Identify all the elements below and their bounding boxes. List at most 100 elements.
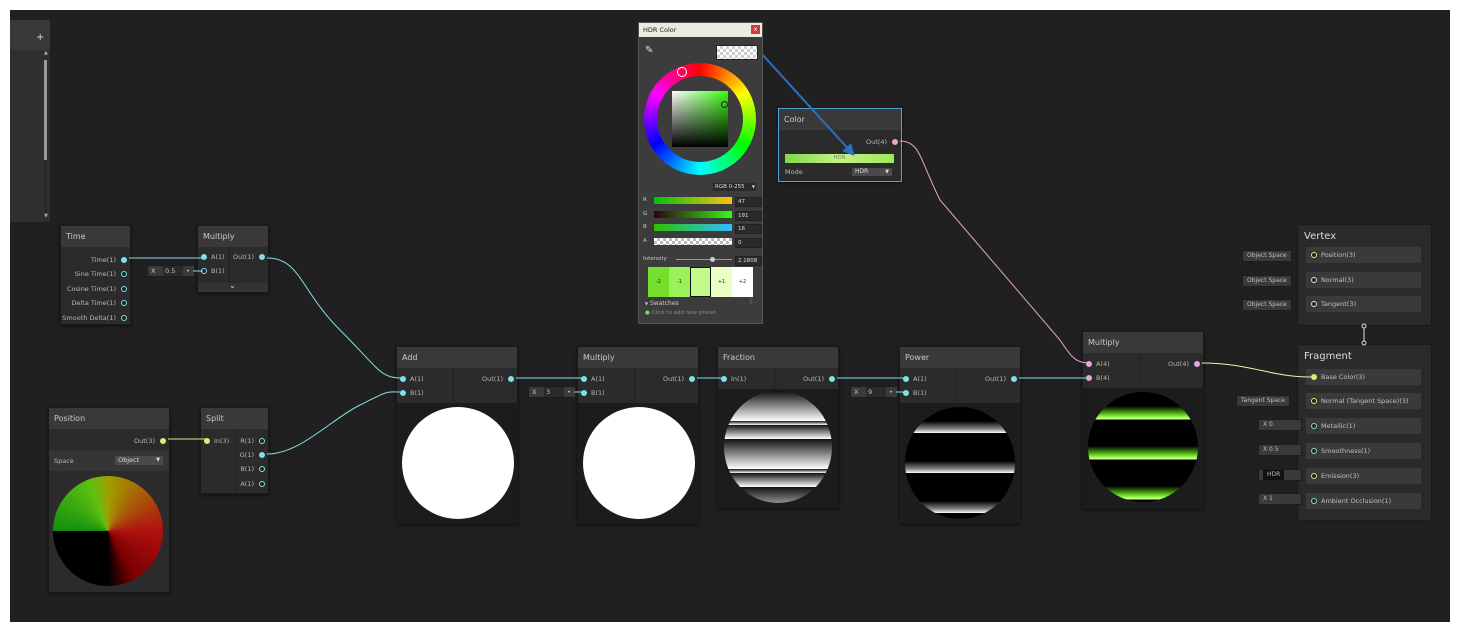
- g-slider[interactable]: [654, 211, 732, 218]
- output-port[interactable]: [121, 271, 127, 277]
- intensity-handle[interactable]: [710, 257, 715, 262]
- input-port[interactable]: [204, 438, 210, 444]
- hue-handle[interactable]: [677, 67, 687, 77]
- b-slider[interactable]: [654, 224, 732, 231]
- output-port[interactable]: [259, 481, 265, 487]
- space-dropdown[interactable]: Object ▼: [115, 456, 163, 465]
- fraction-node[interactable]: Fraction In(1) Out(1): [717, 346, 839, 508]
- stop-swatch[interactable]: +2: [732, 267, 753, 297]
- input-port[interactable]: [201, 254, 207, 260]
- output-port[interactable]: [829, 376, 835, 382]
- fragment-input-row[interactable]: Normal (Tangent Space)(3): [1306, 393, 1421, 409]
- intensity-slider[interactable]: [676, 257, 732, 262]
- vertex-input-row[interactable]: Position(3): [1306, 247, 1421, 263]
- r-slider[interactable]: [654, 197, 732, 204]
- output-port[interactable]: [121, 315, 127, 321]
- input-port[interactable]: [400, 376, 406, 382]
- stop-swatch-current[interactable]: [690, 267, 711, 297]
- input-port[interactable]: [903, 390, 909, 396]
- output-port[interactable]: [121, 300, 127, 306]
- stop-swatch[interactable]: +1: [711, 267, 732, 297]
- output-port[interactable]: [121, 286, 127, 292]
- input-port[interactable]: [201, 268, 207, 274]
- space-tag[interactable]: Tangent Space: [1236, 395, 1290, 407]
- value-tag[interactable]: X 0.5: [1258, 444, 1302, 456]
- scrollbar-thumb[interactable]: [44, 60, 47, 160]
- output-port[interactable]: [689, 376, 695, 382]
- color-node[interactable]: Color Out(4) HDR Mode HDR ▼: [778, 108, 902, 182]
- input-port[interactable]: [1311, 498, 1317, 504]
- fragment-input-row[interactable]: Ambient Occlusion(1): [1306, 493, 1421, 509]
- b-input-field[interactable]: X 0.5 •: [147, 265, 195, 277]
- input-port[interactable]: [1086, 361, 1092, 367]
- hdr-color-picker[interactable]: HDR Color x ✎ RGB 0-255 ▼ R 47 G 191 B 1…: [638, 22, 763, 324]
- input-port[interactable]: [581, 390, 587, 396]
- input-port[interactable]: [1311, 448, 1317, 454]
- input-port[interactable]: [721, 376, 727, 382]
- output-port[interactable]: [121, 257, 127, 263]
- value-field[interactable]: 0.5: [163, 266, 183, 276]
- intensity-value-field[interactable]: 2.1808: [735, 256, 762, 266]
- hue-wheel[interactable]: [644, 63, 756, 175]
- vertex-block[interactable]: Vertex Position(3) Normal(3) Tangent(3): [1297, 224, 1432, 326]
- input-port[interactable]: [1311, 277, 1317, 283]
- add-property-button[interactable]: +: [36, 32, 44, 43]
- saturation-value-square[interactable]: [672, 91, 728, 147]
- value-tag[interactable]: X 1: [1258, 493, 1302, 505]
- input-port[interactable]: [400, 390, 406, 396]
- emission-color-tag[interactable]: HDR: [1258, 469, 1302, 481]
- output-port[interactable]: [259, 254, 265, 260]
- time-node[interactable]: Time Time(1) Sine Time(1) Cosine Time(1)…: [60, 225, 131, 325]
- output-port[interactable]: [1194, 361, 1200, 367]
- scroll-down-icon[interactable]: ▼: [44, 213, 48, 219]
- split-node[interactable]: Split In(3) R(1) G(1) B(1) A(1): [200, 407, 269, 494]
- g-value-field[interactable]: 191: [735, 211, 762, 221]
- value-field[interactable]: 3: [544, 387, 564, 397]
- position-node[interactable]: Position Out(3) Space Object ▼: [48, 407, 170, 593]
- scrollbar-track[interactable]: [44, 54, 47, 216]
- add-node[interactable]: Add A(1) B(1) Out(1): [396, 346, 518, 524]
- close-button[interactable]: x: [751, 25, 760, 34]
- input-port[interactable]: [903, 376, 909, 382]
- stop-swatch[interactable]: -1: [669, 267, 690, 297]
- output-port[interactable]: [1011, 376, 1017, 382]
- fragment-input-row[interactable]: Base Color(3): [1306, 369, 1421, 385]
- hdr-color-field[interactable]: HDR: [785, 154, 894, 163]
- output-port[interactable]: [508, 376, 514, 382]
- input-port[interactable]: [1311, 252, 1317, 258]
- fragment-input-row[interactable]: Metallic(1): [1306, 418, 1421, 434]
- add-preset[interactable]: ● Click to add new preset: [645, 310, 716, 316]
- input-port[interactable]: [1311, 398, 1317, 404]
- a-slider[interactable]: [654, 238, 732, 245]
- swatches-header[interactable]: ▼ Swatches: [645, 300, 679, 307]
- b-input-field[interactable]: X 3 •: [528, 386, 576, 398]
- value-field[interactable]: 9: [866, 387, 886, 397]
- space-tag[interactable]: Object Space: [1242, 250, 1292, 262]
- b-input-field[interactable]: X 9 •: [850, 386, 898, 398]
- color-mode-dropdown[interactable]: RGB 0-255 ▼: [713, 183, 756, 191]
- sv-handle[interactable]: [721, 101, 728, 108]
- input-port[interactable]: [1086, 375, 1092, 381]
- power-node[interactable]: Power A(1) B(1) Out(1): [899, 346, 1021, 524]
- output-port[interactable]: [259, 438, 265, 444]
- mode-dropdown[interactable]: HDR ▼: [852, 168, 892, 176]
- more-options-icon[interactable]: ⋮: [748, 298, 754, 305]
- space-tag[interactable]: Object Space: [1242, 299, 1292, 311]
- picker-titlebar[interactable]: HDR Color x: [639, 23, 762, 37]
- input-port[interactable]: [1311, 301, 1317, 307]
- stop-swatch[interactable]: -2: [648, 267, 669, 297]
- vertex-input-row[interactable]: Tangent(3): [1306, 296, 1421, 312]
- output-port[interactable]: [259, 466, 265, 472]
- fragment-input-row[interactable]: Emission(3): [1306, 468, 1421, 484]
- vertex-input-row[interactable]: Normal(3): [1306, 272, 1421, 288]
- value-tag[interactable]: X 0: [1258, 419, 1302, 431]
- fragment-block[interactable]: Fragment Base Color(3) Normal (Tangent S…: [1297, 344, 1432, 521]
- input-port[interactable]: [581, 376, 587, 382]
- fragment-input-row[interactable]: Smoothness(1): [1306, 443, 1421, 459]
- output-port[interactable]: [160, 438, 166, 444]
- chevron-down-icon[interactable]: ⌄: [229, 281, 236, 290]
- eyedropper-icon[interactable]: ✎: [645, 45, 653, 56]
- output-port[interactable]: [259, 452, 265, 458]
- input-port[interactable]: [1311, 473, 1317, 479]
- b-value-field[interactable]: 16: [735, 224, 762, 234]
